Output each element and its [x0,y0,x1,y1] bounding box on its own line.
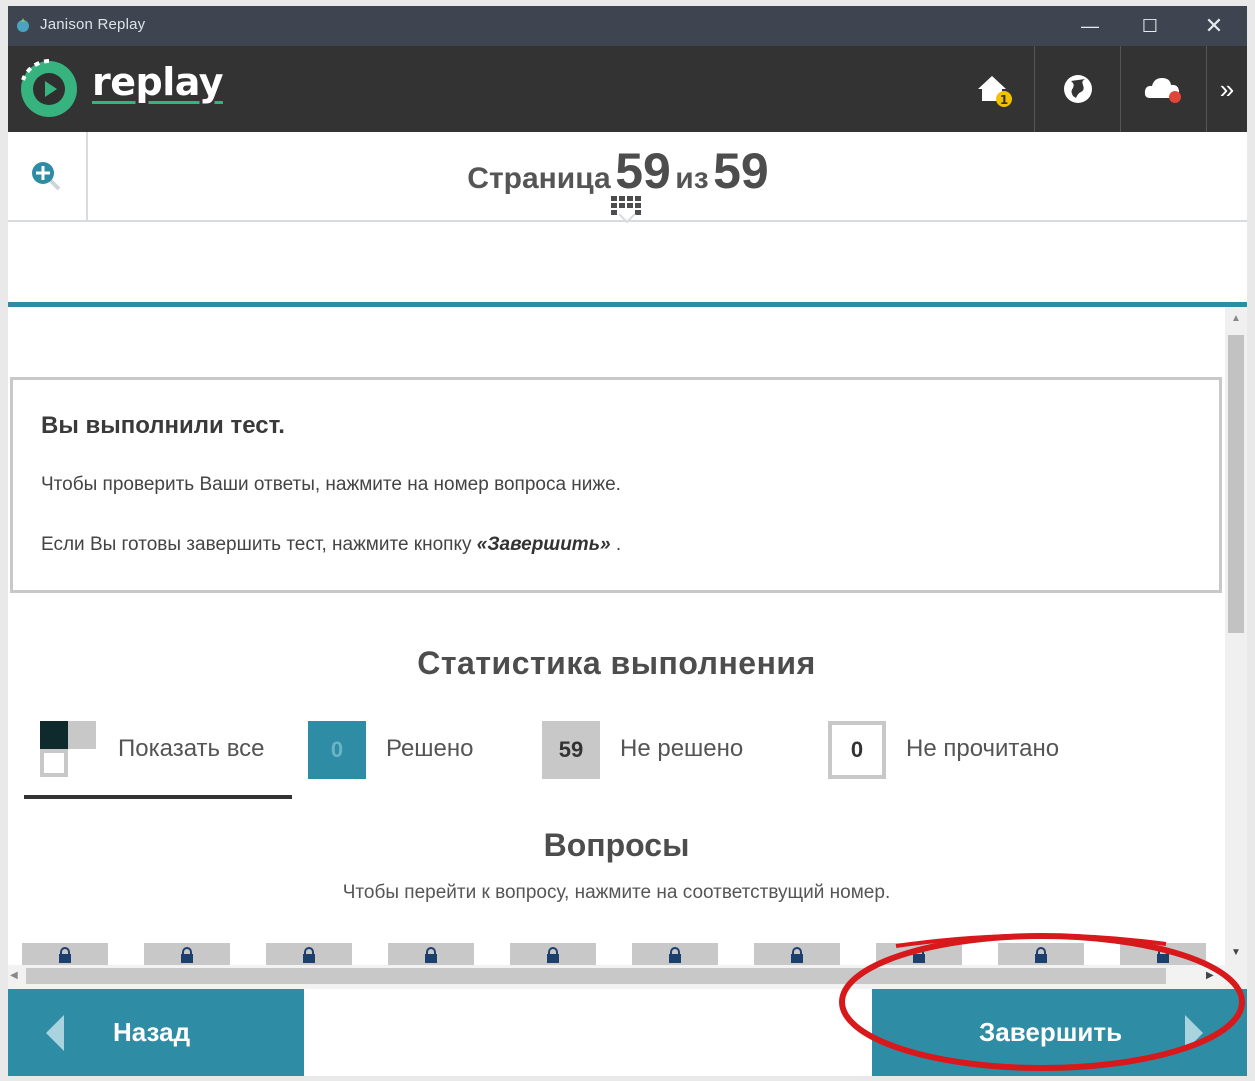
horizontal-scrollbar[interactable]: ◀ ▶ [8,965,1225,989]
minimize-icon: — [1081,15,1099,36]
footer-bar: Назад Завершить [8,989,1247,1076]
language-button[interactable] [1034,46,1120,132]
questions-hint: Чтобы перейти к вопросу, нажмите на соот… [342,882,891,903]
lock-icon [59,947,71,963]
questions-title: Вопросы [543,827,690,863]
main-content: Вы выполнили тест. Чтобы проверить Ваши … [8,307,1225,989]
back-label: Назад [113,1017,191,1047]
lock-icon [913,947,925,963]
filter-unsolved[interactable]: 59 Не решено [540,717,800,803]
filter-solved[interactable]: 0 Решено [304,717,524,803]
page-grid-icon[interactable] [605,194,649,224]
show-all-icon [40,721,96,777]
app-header: replay 1 » [8,46,1247,132]
scroll-right-icon[interactable]: ▶ [1206,970,1214,981]
lock-icon [181,947,193,963]
vertical-scroll-thumb[interactable] [1228,335,1244,633]
filter-show-all[interactable]: Показать все [24,717,292,799]
lock-icon [669,947,681,963]
globe-icon [1063,75,1092,103]
lock-icon [791,947,803,963]
filter-unread[interactable]: 0 Не прочитано [826,717,1126,803]
unsolved-label: Не решено [620,735,744,762]
close-icon: ✕ [1204,13,1224,38]
stats-title: Статистика выполнения [417,645,816,681]
horizontal-scroll-thumb[interactable] [26,968,1166,984]
unread-count: 0 [828,721,886,779]
message-heading: Вы выполнили тест. [41,412,285,439]
current-page: 59 [615,143,671,199]
vertical-scrollbar[interactable]: ▲ ▼ [1225,307,1247,989]
window-title: Janison Replay [40,16,146,33]
solved-label: Решено [386,735,474,762]
arrow-right-icon [1185,1015,1203,1051]
total-pages: 59 [713,143,769,199]
more-button[interactable]: » [1206,46,1247,132]
app-icon [17,18,29,32]
back-button[interactable]: Назад [8,989,304,1076]
lock-icon [1157,947,1169,963]
logo-text: replay [92,60,223,104]
home-button[interactable]: 1 [954,46,1034,132]
close-button[interactable]: ✕ [1184,6,1244,46]
message-line-2: Если Вы готовы завершить тест, нажмите к… [41,534,622,555]
minimize-button[interactable]: — [1060,6,1120,46]
zoom-in-icon [32,162,61,191]
stats-filters: Показать все 0 Решено 59 Не решено 0 Не … [8,717,1225,807]
arrow-left-icon [46,1015,64,1051]
title-bar: Janison Replay — ☐ ✕ [8,6,1247,46]
lock-icon [1035,947,1047,963]
app-window: Janison Replay — ☐ ✕ replay 1 » Страница… [8,6,1247,1076]
page-navigation: Страница 59 из 59 [8,132,1247,224]
unread-label: Не прочитано [906,735,1060,762]
finish-emphasis: «Завершить» [476,534,611,555]
finish-button[interactable]: Завершить [872,989,1247,1076]
zoom-button[interactable] [8,132,88,222]
replay-logo-icon [21,59,77,117]
cloud-icon [1144,78,1181,103]
maximize-icon: ☐ [1141,15,1159,36]
message-line-1: Чтобы проверить Ваши ответы, нажмите на … [41,474,621,495]
maximize-button[interactable]: ☐ [1120,6,1180,46]
solved-count: 0 [308,721,366,779]
page-word: Страница [467,162,611,195]
completion-message-box: Вы выполнили тест. Чтобы проверить Ваши … [10,377,1222,593]
unsolved-count: 59 [542,721,600,779]
content-header-space [8,224,1247,304]
scroll-down-icon[interactable]: ▼ [1231,947,1241,958]
lock-icon [303,947,315,963]
page-indicator: Страница 59 из 59 [408,142,828,200]
lock-icon [547,947,559,963]
show-all-label: Показать все [118,735,265,762]
scroll-up-icon[interactable]: ▲ [1231,313,1241,324]
notification-badge: 1 [1000,93,1008,107]
chevron-double-right-icon: » [1219,73,1235,104]
finish-label: Завершить [979,1017,1123,1047]
sync-button[interactable] [1120,46,1206,132]
home-icon: 1 [978,76,1012,107]
lock-icon [425,947,437,963]
of-word: из [675,162,709,195]
scroll-left-icon[interactable]: ◀ [10,970,18,981]
